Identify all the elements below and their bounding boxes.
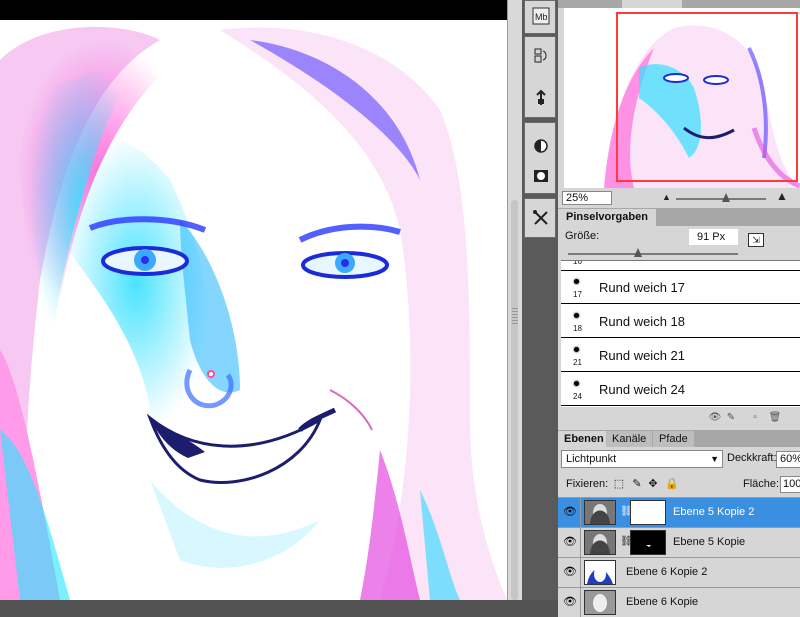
zoom-slider[interactable]	[676, 198, 766, 200]
tab-brush-presets[interactable]: Pinselvorgaben	[558, 209, 656, 226]
preset-name: Rund weich 24	[599, 382, 685, 397]
list-item[interactable]: 21 Rund weich 21	[561, 339, 800, 372]
layer-thumbnail	[584, 500, 616, 525]
brush-presets-tabbar: Pinselvorgaben	[558, 208, 800, 226]
size-slider[interactable]	[568, 253, 738, 255]
brush-panel-footer: 👁 ✎ ▫ 🗑	[558, 407, 800, 430]
fill-input[interactable]: 100%	[780, 476, 800, 493]
canvas-vertical-scrollbar[interactable]	[507, 0, 522, 600]
new-preset-icon[interactable]: ⇲	[748, 233, 764, 247]
size-slider-thumb[interactable]	[633, 248, 642, 257]
zoom-slider-thumb[interactable]	[722, 193, 730, 202]
navigator-active-tab[interactable]	[622, 0, 682, 8]
brush-tip-icon	[574, 279, 579, 284]
chevron-down-icon: ▼	[710, 454, 719, 464]
brush-presets-panel: Pinselvorgaben Größe: 91 Px ⇲ 16 17 Rund…	[558, 208, 800, 430]
layer-row[interactable]: 👁 ⛓ Ebene 5 Kopie	[558, 527, 800, 557]
panels-column: 25% ▲ ▲ Pinselvorgaben Größe: 91 Px ⇲ 16…	[558, 0, 800, 617]
opacity-label: Deckkraft:	[727, 452, 777, 464]
visibility-eye-icon[interactable]: 👁	[560, 558, 581, 587]
layers-tabbar: Ebenen Kanäle Pfade	[558, 430, 800, 447]
layer-row[interactable]: 👁 Ebene 6 Kopie 2	[558, 557, 800, 587]
visibility-eye-icon[interactable]: 👁	[560, 498, 581, 527]
lock-transparency-icon[interactable]: ⬚	[613, 478, 625, 490]
layer-name: Ebene 5 Kopie 2	[673, 506, 755, 518]
dock-group-4	[524, 198, 556, 238]
document-canvas[interactable]	[0, 0, 507, 600]
layer-thumbnail	[584, 590, 616, 615]
layer-mask-thumbnail[interactable]	[630, 530, 666, 555]
size-label: Größe:	[565, 230, 600, 242]
blend-mode-select[interactable]: Lichtpunkt ▼	[561, 450, 723, 468]
dock-group-2	[524, 36, 556, 118]
layer-name: Ebene 5 Kopie	[673, 536, 746, 548]
preset-list[interactable]: 16 17 Rund weich 17 18 Rund weich 18 21 …	[561, 260, 800, 408]
visibility-eye-icon[interactable]: 👁	[560, 588, 581, 617]
adjustments-icon[interactable]	[530, 135, 552, 157]
preset-size-number: 21	[573, 358, 582, 367]
list-item[interactable]: 18 Rund weich 18	[561, 305, 800, 338]
layer-mask-thumbnail[interactable]	[630, 500, 666, 525]
layers-panel: Ebenen Kanäle Pfade Lichtpunkt ▼ Deckkra…	[558, 430, 800, 617]
size-input[interactable]: 91 Px	[689, 229, 738, 245]
opacity-input[interactable]: 60%	[776, 451, 800, 468]
lock-all-icon[interactable]: 🔒	[665, 478, 679, 490]
preset-size-number: 17	[573, 290, 582, 299]
fill-label: Fläche:	[743, 478, 780, 490]
delete-brush-icon[interactable]: 🗑	[768, 411, 782, 425]
layer-thumbnail	[584, 530, 616, 555]
dock-group-1: Mb	[524, 0, 556, 34]
layer-row[interactable]: 👁 Ebene 6 Kopie	[558, 587, 800, 617]
svg-text:Mb: Mb	[535, 12, 548, 22]
preset-size-number: 24	[573, 392, 582, 401]
brush-tip-icon	[574, 381, 579, 386]
panel-dock: Mb	[522, 0, 558, 600]
list-item[interactable]: 16	[561, 260, 800, 271]
minibridge-icon[interactable]: Mb	[530, 5, 552, 27]
tab-layers[interactable]: Ebenen	[558, 431, 610, 447]
preset-name: Rund weich 17	[599, 280, 685, 295]
canvas-top-bar	[0, 0, 507, 20]
zoom-input[interactable]: 25%	[562, 191, 612, 205]
scrollbar-track[interactable]	[511, 200, 518, 600]
navigator-view-frame[interactable]	[616, 12, 798, 182]
brush-edit-icon[interactable]: ✎	[724, 411, 738, 425]
scrollbar-grip[interactable]	[512, 308, 518, 326]
preset-name: Rund weich 21	[599, 348, 685, 363]
layer-thumbnail	[584, 560, 616, 585]
preset-name: Rund weich 18	[599, 314, 685, 329]
layer-name: Ebene 6 Kopie	[626, 596, 699, 608]
visibility-eye-icon[interactable]: 👁	[560, 528, 581, 557]
list-item[interactable]: 17 Rund weich 17	[561, 271, 800, 304]
actions-icon[interactable]	[530, 87, 552, 109]
dock-group-3	[524, 122, 556, 194]
lock-position-icon[interactable]: ✥	[647, 478, 659, 490]
preset-size-number: 18	[573, 324, 582, 333]
blend-mode-value: Lichtpunkt	[566, 453, 617, 465]
brush-tip-icon	[574, 313, 579, 318]
lock-label: Fixieren:	[566, 478, 609, 490]
navigator-zoom-bar: 25% ▲ ▲	[558, 189, 800, 208]
layer-row[interactable]: 👁 ⛓ Ebene 5 Kopie 2	[558, 497, 800, 527]
tab-channels[interactable]: Kanäle	[606, 431, 653, 447]
zoom-in-icon[interactable]: ▲	[776, 189, 788, 203]
preset-size-number: 16	[573, 260, 582, 266]
masks-icon[interactable]	[530, 165, 552, 187]
lock-pixels-icon[interactable]: ✎	[631, 478, 643, 490]
history-icon[interactable]	[530, 45, 552, 67]
brush-presets-icon[interactable]	[530, 207, 552, 229]
portrait-image	[0, 20, 507, 600]
zoom-out-icon[interactable]: ▲	[662, 192, 671, 202]
navigator-panel: 25% ▲ ▲	[558, 0, 800, 208]
navigator-thumbnail[interactable]	[564, 8, 800, 188]
brush-tip-icon	[574, 347, 579, 352]
new-brush-icon[interactable]: ▫	[748, 411, 762, 425]
layer-name: Ebene 6 Kopie 2	[626, 566, 708, 578]
toggle-brush-panel-icon[interactable]: 👁	[708, 411, 722, 425]
tab-paths[interactable]: Pfade	[653, 431, 694, 447]
navigator-tabbar	[558, 0, 800, 8]
list-item[interactable]: 24 Rund weich 24	[561, 373, 800, 406]
